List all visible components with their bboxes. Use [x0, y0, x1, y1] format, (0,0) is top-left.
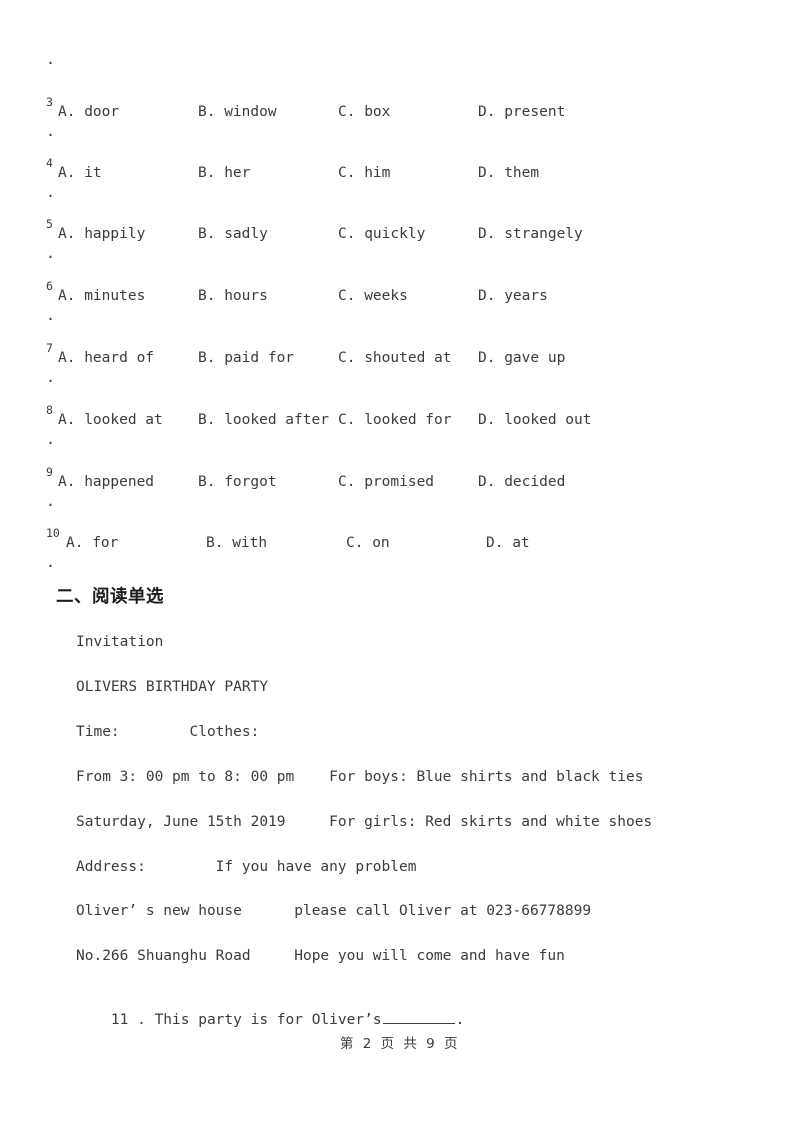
option-b[interactable]: B. window — [198, 103, 277, 121]
option-d[interactable]: D. at — [486, 534, 530, 552]
option-c[interactable]: C. weeks — [338, 287, 408, 305]
passage-line: Saturday, June 15th 2019 For girls: Red … — [76, 814, 653, 830]
option-c[interactable]: C. shouted at — [338, 349, 452, 367]
option-a[interactable]: A. for — [66, 534, 118, 552]
option-d[interactable]: D. them — [478, 164, 539, 182]
question-number-period: . — [46, 368, 56, 386]
option-c[interactable]: C. box — [338, 103, 390, 121]
passage-line: No.266 Shuanghu Road Hope you will come … — [76, 948, 565, 964]
cloze-question-row: 4. A. it B. her C. him D. them — [0, 157, 800, 203]
passage-line: Invitation — [76, 634, 164, 650]
option-d[interactable]: D. years — [478, 287, 548, 305]
question-number-period: . — [46, 553, 56, 571]
question-number-period: . — [46, 306, 56, 324]
option-c[interactable]: C. on — [346, 534, 390, 552]
option-c[interactable]: C. looked for — [338, 411, 452, 429]
passage-line: Oliver’ s new house please call Oliver a… — [76, 903, 592, 919]
option-a[interactable]: A. heard of — [58, 349, 154, 367]
cloze-question-row: 8. A. looked at B. looked after C. looked f… — [0, 404, 800, 450]
option-a[interactable]: A. minutes — [58, 287, 145, 305]
cloze-question-row: 6. A. minutes B. hours C. weeks D. years — [0, 280, 800, 326]
reading-question-11-suffix: . — [455, 1012, 465, 1028]
question-number-period: . — [46, 492, 56, 510]
reading-question-11-prefix: 11 . This party is for Oliver’s — [110, 1012, 382, 1028]
cloze-question-row: 10. A. for B. with C. on D. at — [0, 527, 800, 573]
option-a[interactable]: A. looked at — [58, 411, 163, 429]
option-a[interactable]: A. happily — [58, 225, 145, 243]
option-c[interactable]: C. quickly — [338, 225, 425, 243]
passage-line: Address: If you have any problem — [76, 859, 417, 875]
option-b[interactable]: B. paid for — [198, 349, 294, 367]
option-b[interactable]: B. sadly — [198, 225, 268, 243]
option-b[interactable]: B. looked after — [198, 411, 329, 429]
passage-line: Time: Clothes: — [76, 724, 260, 740]
option-d[interactable]: D. gave up — [478, 349, 565, 367]
cloze-question-row: 7. A. heard of B. paid for C. shouted at D. … — [0, 342, 800, 388]
question-number-period: . — [46, 122, 56, 140]
question-number-period: . — [46, 430, 56, 448]
option-d[interactable]: D. decided — [478, 473, 565, 491]
cloze-question-row: 5. A. happily B. sadly C. quickly D. strange… — [0, 218, 800, 264]
option-c[interactable]: C. him — [338, 164, 390, 182]
option-b[interactable]: B. hours — [198, 287, 268, 305]
question-number-period: . — [46, 183, 56, 201]
option-b[interactable]: B. with — [206, 534, 267, 552]
cloze-question-row: 3. A. door B. window C. box D. present — [0, 96, 800, 142]
cloze-question-row: 9. A. happened B. forgot C. promised D. deci… — [0, 466, 800, 512]
option-c[interactable]: C. promised — [338, 473, 434, 491]
option-b[interactable]: B. forgot — [198, 473, 277, 491]
document-page: . 3. A. door B. window C. box D. present 4. A.… — [0, 0, 800, 1132]
option-d[interactable]: D. strangely — [478, 225, 583, 243]
option-a[interactable]: A. happened — [58, 473, 154, 491]
option-b[interactable]: B. her — [198, 164, 250, 182]
orphan-period: . — [46, 50, 56, 68]
option-d[interactable]: D. present — [478, 103, 565, 121]
option-a[interactable]: A. door — [58, 103, 119, 121]
page-footer: 第 2 页 共 9 页 — [339, 1036, 461, 1052]
option-a[interactable]: A. it — [58, 164, 102, 182]
section-heading-reading: 二、阅读单选 — [56, 587, 164, 607]
passage-line: From 3: 00 pm to 8: 00 pm For boys: Blue… — [76, 769, 644, 785]
answer-blank[interactable] — [382, 1011, 455, 1024]
passage-line: OLIVERS BIRTHDAY PARTY — [76, 679, 269, 695]
question-number-period: . — [46, 244, 56, 262]
option-d[interactable]: D. looked out — [478, 411, 592, 429]
